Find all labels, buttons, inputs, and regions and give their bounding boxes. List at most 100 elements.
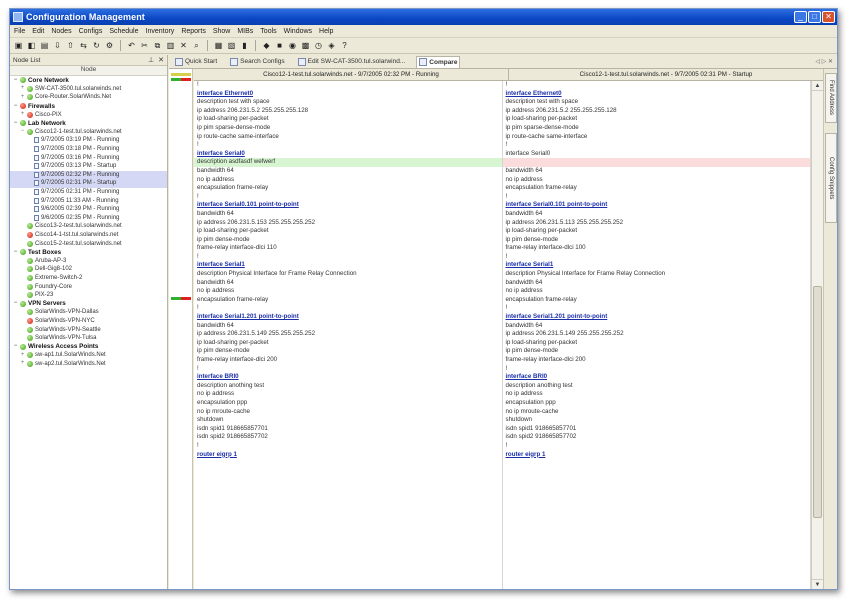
minimize-button[interactable]: _ xyxy=(794,11,807,23)
scroll-up-icon[interactable]: ▲ xyxy=(812,81,823,91)
node-item[interactable]: PIX-23 xyxy=(10,291,167,300)
expand-toggle-icon[interactable]: − xyxy=(12,249,19,256)
node-item[interactable]: Cisco15-2-test.tul.solarwinds.net xyxy=(10,239,167,248)
menu-reports[interactable]: Reports xyxy=(181,28,206,35)
config-section-header[interactable]: interface Serial0.101 point-to-point xyxy=(194,201,502,210)
node-item[interactable]: + Core-Router.SolarWinds.Net xyxy=(10,93,167,102)
node-item[interactable]: Cisco14-1-tst.tul.solarwinds.net xyxy=(10,231,167,240)
expand-toggle-icon[interactable]: − xyxy=(12,343,19,350)
close-pane-icon[interactable]: ✕ xyxy=(158,56,164,64)
node-item[interactable]: Cisco13-2-test.tul.solarwinds.net xyxy=(10,222,167,231)
tab-edit[interactable]: Edit SW-CAT-3500.tul.solarwind... xyxy=(296,56,408,68)
node-item[interactable]: SolarWinds-VPN-Dallas xyxy=(10,308,167,317)
expand-toggle-icon[interactable]: − xyxy=(19,128,26,135)
close-button[interactable]: ✕ xyxy=(822,11,835,23)
node-group[interactable]: − Test Boxes xyxy=(10,248,167,257)
compare-icon[interactable]: ⇆ xyxy=(78,40,89,51)
node-item[interactable]: SolarWinds-VPN-Tulsa xyxy=(10,334,167,343)
menu-configs[interactable]: Configs xyxy=(79,28,103,35)
stop-icon[interactable]: ■ xyxy=(274,40,285,51)
menu-show[interactable]: Show xyxy=(213,28,231,35)
expand-toggle-icon[interactable]: − xyxy=(12,77,19,84)
pin-icon[interactable]: ⊥ xyxy=(148,56,154,64)
config-section-header[interactable]: interface BRI0 xyxy=(503,373,811,382)
node-item[interactable]: Extreme-Switch-2 xyxy=(10,274,167,283)
config-version-item[interactable]: 9/7/2005 02:32 PM - Running xyxy=(10,170,167,180)
side-tab-config-snippets[interactable]: Config Snippets xyxy=(825,133,837,223)
menu-windows[interactable]: Windows xyxy=(284,28,312,35)
report-icon[interactable]: ▧ xyxy=(226,40,237,51)
left-config-column[interactable]: ! interface Ethernet0 description test wit… xyxy=(194,81,503,589)
node-group[interactable]: − Lab Network xyxy=(10,119,167,128)
expand-toggle-icon[interactable]: − xyxy=(12,120,19,127)
node-item[interactable]: Aruba-AP-3 xyxy=(10,256,167,265)
config-version-item[interactable]: 9/6/2005 02:35 PM - Running xyxy=(10,214,167,223)
config-icon[interactable]: ▤ xyxy=(39,40,50,51)
expand-toggle-icon[interactable]: + xyxy=(19,94,26,101)
config-section-header[interactable]: interface Serial1.201 point-to-point xyxy=(503,313,811,322)
config-version-item[interactable]: 9/6/2005 02:39 PM - Running xyxy=(10,205,167,214)
config-version-item[interactable]: 9/7/2005 02:31 PM - Running xyxy=(10,188,167,197)
config-version-item[interactable]: 9/7/2005 02:31 PM - Startup xyxy=(10,179,167,188)
node-item[interactable]: + Cisco-PIX xyxy=(10,110,167,119)
expand-toggle-icon[interactable]: + xyxy=(19,360,26,367)
config-version-item[interactable]: 9/7/2005 03:18 PM - Running xyxy=(10,145,167,154)
copy-icon[interactable]: ⧉ xyxy=(152,40,163,51)
delete-icon[interactable]: ✕ xyxy=(178,40,189,51)
vertical-scrollbar[interactable]: ▲ ▼ xyxy=(811,81,823,589)
diff-overview-gutter[interactable] xyxy=(169,69,193,589)
config-version-item[interactable]: 9/7/2005 03:16 PM - Running xyxy=(10,153,167,162)
expand-toggle-icon[interactable]: + xyxy=(19,352,26,359)
right-config-column[interactable]: ! interface Ethernet0 description test wit… xyxy=(502,81,811,589)
open-icon[interactable]: ◧ xyxy=(26,40,37,51)
config-section-header[interactable]: interface Serial0 xyxy=(194,150,502,159)
tab-quick[interactable]: Quick Start xyxy=(173,56,219,68)
config-section-header[interactable]: router eigrp 1 xyxy=(503,451,811,460)
config-version-item[interactable]: 9/7/2005 11:33 AM - Running xyxy=(10,196,167,205)
menu-edit[interactable]: Edit xyxy=(32,28,44,35)
node-item[interactable]: Foundry-Core xyxy=(10,282,167,291)
download-icon[interactable]: ⇩ xyxy=(52,40,63,51)
config-section-header[interactable]: interface BRI0 xyxy=(194,373,502,382)
config-section-header[interactable]: interface Serial1 xyxy=(194,261,502,270)
tab-search[interactable]: Search Configs xyxy=(228,56,286,68)
node-group[interactable]: − Core Network xyxy=(10,76,167,85)
upload-icon[interactable]: ⇧ xyxy=(65,40,76,51)
title-bar[interactable]: Configuration Management _ □ ✕ xyxy=(10,9,837,25)
node-item[interactable]: + sw-ap2.tul.SolarWinds.Net xyxy=(10,360,167,369)
node-column-header[interactable]: Node xyxy=(10,66,167,76)
undo-icon[interactable]: ↶ xyxy=(126,40,137,51)
menu-nodes[interactable]: Nodes xyxy=(51,28,71,35)
expand-toggle-icon[interactable]: − xyxy=(12,103,19,110)
expand-toggle-icon[interactable]: − xyxy=(12,300,19,307)
config-section-header[interactable]: interface Ethernet0 xyxy=(194,90,502,99)
save-icon[interactable]: ▣ xyxy=(13,40,24,51)
side-tab-find-address[interactable]: Find Address xyxy=(825,73,837,123)
config-section-header[interactable]: router eigrp 1 xyxy=(194,451,502,460)
cut-icon[interactable]: ✂ xyxy=(139,40,150,51)
script-icon[interactable]: ▩ xyxy=(300,40,311,51)
help-icon[interactable]: ? xyxy=(339,40,350,51)
node-item[interactable]: Dell-Gig8-102 xyxy=(10,265,167,274)
globe-icon[interactable]: ◉ xyxy=(287,40,298,51)
chart-icon[interactable]: ▮ xyxy=(239,40,250,51)
node-item[interactable]: + sw-ap1.tul.SolarWinds.Net xyxy=(10,351,167,360)
node-item[interactable]: SolarWinds-VPN-NYC xyxy=(10,317,167,326)
node-icon[interactable]: ▦ xyxy=(213,40,224,51)
refresh-icon[interactable]: ↻ xyxy=(91,40,102,51)
tab-scroll-arrows[interactable]: ◁ ▷ ✕ xyxy=(815,58,837,65)
config-section-header[interactable]: interface Serial0.101 point-to-point xyxy=(503,201,811,210)
tab-compare[interactable]: Compare xyxy=(416,55,461,68)
menu-inventory[interactable]: Inventory xyxy=(146,28,175,35)
menu-mibs[interactable]: MIBs xyxy=(237,28,253,35)
node-group[interactable]: − Firewalls xyxy=(10,102,167,111)
node-item[interactable]: − Cisco12-1-test.tul.solarwinds.net xyxy=(10,128,167,137)
expand-toggle-icon[interactable]: + xyxy=(19,111,26,118)
maximize-button[interactable]: □ xyxy=(808,11,821,23)
tools-icon[interactable]: ⚙ xyxy=(104,40,115,51)
node-item[interactable]: + SW-CAT-3500.tul.solarwinds.net xyxy=(10,85,167,94)
menu-tools[interactable]: Tools xyxy=(260,28,276,35)
node-group[interactable]: − Wireless Access Points xyxy=(10,342,167,351)
schedule-icon[interactable]: ◷ xyxy=(313,40,324,51)
arrow-icon[interactable]: ◆ xyxy=(261,40,272,51)
